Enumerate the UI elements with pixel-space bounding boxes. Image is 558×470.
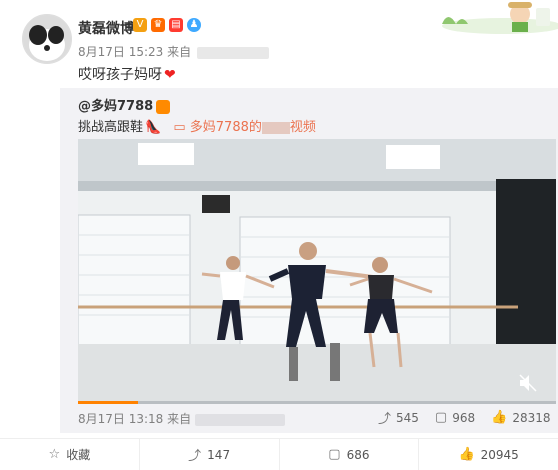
video-progress-track[interactable] — [78, 401, 556, 404]
card-decoration — [432, 0, 558, 34]
repost-comment-count: 968 — [452, 410, 476, 425]
badge-icon — [156, 99, 171, 114]
post-source-redacted — [196, 46, 269, 59]
comment-icon: ▢ — [434, 410, 448, 425]
post-from-label: 来自 — [167, 45, 192, 59]
repost-text: 挑战高跟鞋 👠 ▭ 多妈7788的 视频 — [78, 116, 316, 135]
high-heel-icon: 👠 — [145, 120, 162, 135]
avatar[interactable] — [22, 14, 72, 64]
repost-date[interactable]: 8月17日 13:18 — [78, 412, 163, 426]
thumbs-up-icon: 👍 — [458, 447, 475, 462]
like-button[interactable]: 👍 20945 — [419, 439, 558, 470]
heart-icon: ❤ — [164, 67, 176, 83]
video-progress-fill — [78, 401, 138, 404]
ceiling-light — [138, 143, 194, 165]
video-link-redacted — [261, 121, 290, 134]
action-bar: ☆ 收藏 ⤴ 147 ▢ 686 👍 20945 — [0, 438, 558, 470]
speaker — [202, 195, 230, 213]
crown-icon[interactable]: ♛ — [151, 18, 165, 32]
repost-stats: ⤴ 545 ▢ 968 👍 28318 — [378, 408, 551, 427]
video-player[interactable] — [78, 139, 556, 404]
video-link-prefix: 多妈7788的 — [189, 120, 262, 135]
collect-button[interactable]: ☆ 收藏 — [0, 439, 140, 470]
post-meta: 8月17日 15:23 来自 — [78, 43, 269, 60]
repost-comment-stat[interactable]: ▢ 968 — [435, 408, 475, 427]
repost-author: @多妈7788 — [78, 95, 171, 114]
post-date[interactable]: 8月17日 15:23 — [78, 45, 163, 59]
like-count: 20945 — [480, 447, 519, 462]
repost-share-count: 545 — [396, 410, 419, 425]
repost-caption: 挑战高跟鞋 — [78, 120, 144, 135]
ceiling-light — [386, 145, 440, 169]
repost-from-label: 来自 — [167, 412, 192, 426]
username[interactable]: 黄磊微博 — [78, 18, 134, 38]
user-badges: V ♛ ▤ ♟ — [133, 18, 201, 32]
repost-like-stat[interactable]: 👍 28318 — [491, 408, 550, 427]
repost-share-stat[interactable]: ⤴ 545 — [378, 408, 419, 428]
repost-meta: 8月17日 13:18 来自 — [78, 410, 285, 427]
repost-count: 147 — [207, 447, 231, 462]
weibo-post-card: 黄磊微博 V ♛ ▤ ♟ 8月17日 15:23 来自 哎呀孩子妈呀 ❤ @多妈7… — [0, 0, 558, 470]
thumbs-up-icon: 👍 — [491, 410, 508, 425]
share-icon: ⤴ — [188, 449, 202, 464]
star-icon: ☆ — [48, 447, 61, 462]
repost-source-redacted — [194, 413, 285, 426]
comment-count: 686 — [346, 447, 370, 462]
verified-v-icon[interactable]: V — [133, 18, 147, 32]
repost-video-link[interactable]: ▭ 多妈7788的 视频 — [173, 120, 316, 135]
collect-label: 收藏 — [66, 448, 91, 462]
post-text: 哎呀孩子妈呀 — [78, 67, 162, 83]
repost-button[interactable]: ⤴ 147 — [140, 439, 280, 470]
repost-block: @多妈7788 挑战高跟鞋 👠 ▭ 多妈7788的 视频 8月17日 13:18… — [60, 88, 558, 433]
repost-like-count: 28318 — [512, 410, 551, 425]
video-link-icon: ▭ — [173, 120, 186, 135]
share-icon: ⤴ — [378, 412, 392, 427]
repost-username[interactable]: @多妈7788 — [78, 99, 153, 114]
video-link-suffix: 视频 — [289, 120, 316, 135]
comment-icon: ▢ — [328, 447, 341, 462]
member-icon[interactable]: ♟ — [187, 18, 201, 32]
post-content: 哎呀孩子妈呀 ❤ — [78, 64, 176, 84]
comment-button[interactable]: ▢ 686 — [280, 439, 420, 470]
vip-icon[interactable]: ▤ — [169, 18, 183, 32]
